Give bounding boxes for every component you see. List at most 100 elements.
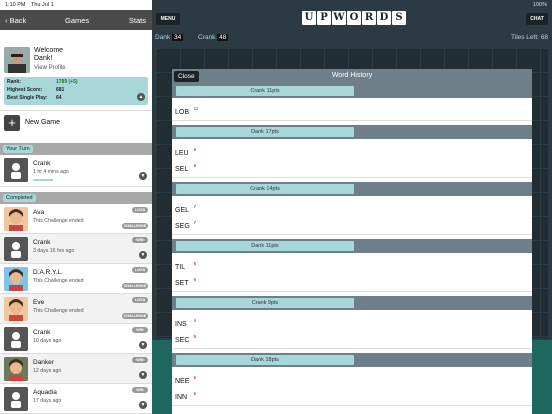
turn-group-header: Dank 18pts	[172, 353, 532, 367]
word-row[interactable]: GEL 7	[172, 202, 532, 219]
game-row[interactable]: Ava This Challenge ended LOSS CHALLENGE	[0, 204, 152, 234]
view-profile-link[interactable]: View Profile	[34, 65, 66, 71]
word-row[interactable]: SEC 5	[172, 332, 532, 349]
word-row[interactable]: TIL 5	[172, 259, 532, 276]
turn-group-header: Crank 9pts	[172, 296, 532, 310]
game-opponent-name: Danker	[33, 359, 54, 366]
avatar	[4, 207, 28, 231]
game-row[interactable]: Eve This Challenge ended LOSS CHALLENGE	[0, 294, 152, 324]
battery-level: 100%	[532, 2, 547, 8]
default-avatar-icon	[4, 387, 28, 411]
word-points: 9	[193, 147, 197, 152]
default-avatar-icon	[4, 237, 28, 261]
result-badge: LOSS	[132, 297, 148, 303]
turn-game-name: Crank	[33, 160, 51, 167]
game-opponent-name: Ava	[33, 209, 45, 216]
word-points: 6	[193, 375, 197, 380]
stats-button[interactable]: Stats	[129, 16, 146, 25]
word-points: 4	[193, 318, 197, 323]
turn-group-header: Dank 11pts	[172, 239, 532, 253]
word-row[interactable]: SET 6	[172, 275, 532, 292]
completed-tag: Completed	[3, 194, 36, 202]
word-text: SET	[175, 280, 189, 287]
games-nav-bar: ‹ Back Games Stats	[0, 10, 152, 30]
word-text: INS	[175, 321, 187, 328]
turn-label: Dank 18pts	[176, 355, 354, 365]
rank-label: Rank:	[7, 79, 21, 85]
challenge-button[interactable]: CHALLENGE	[122, 283, 148, 289]
chat-button[interactable]: CHAT	[526, 13, 548, 25]
turn-game-row[interactable]: Crank 1 hr 4 mins ago ▼	[0, 155, 152, 187]
word-row[interactable]: INS 4	[172, 316, 532, 333]
game-status: This Challenge ended	[33, 278, 84, 284]
turn-group-header: Dank 17pts	[172, 125, 532, 139]
game-status: 3 days 16 hrs ago	[33, 248, 75, 254]
word-text: SEG	[175, 223, 190, 230]
result-badge: LOSS	[132, 267, 148, 273]
game-row[interactable]: Crank 3 days 16 hrs ago WIN ▼	[0, 234, 152, 264]
game-opponent-name: Eve	[33, 299, 45, 306]
turn-label: Crank 9pts	[176, 298, 354, 308]
avatar	[4, 357, 28, 381]
turn-group-header: Crank 14pts	[172, 182, 532, 196]
default-avatar-icon	[4, 327, 28, 351]
avatar	[4, 47, 30, 73]
game-status: 17 days ago	[33, 398, 62, 404]
status-bar: 1:10 PM Thu Jul 1	[0, 0, 152, 10]
word-text: SEC	[175, 337, 190, 344]
word-text: NEE	[175, 378, 190, 385]
word-row[interactable]: SEG 7	[172, 218, 532, 235]
turn-label: Dank 11pts	[176, 241, 354, 251]
logo-tile: W	[332, 11, 346, 25]
welcome-text: Welcome Dank!	[34, 47, 64, 62]
games-panel: 1:10 PM Thu Jul 1 ‹ Back Games Stats Wel…	[0, 0, 152, 414]
turn-game-time: 1 hr 4 mins ago	[33, 169, 69, 175]
game-row[interactable]: Crank 10 days ago WIN ▼	[0, 324, 152, 354]
game-opponent-name: D.A.R.Y.L.	[33, 269, 63, 276]
challenge-button[interactable]: CHALLENGE	[122, 223, 148, 229]
avatar	[4, 297, 28, 321]
chevron-down-icon[interactable]: ▼	[139, 251, 147, 259]
chevron-up-icon[interactable]: ▲	[137, 93, 145, 101]
turn-label: Dank 17pts	[176, 127, 354, 137]
word-points: 5	[193, 334, 197, 339]
menu-button[interactable]: MENU	[156, 13, 180, 25]
chevron-down-icon[interactable]: ▼	[139, 371, 147, 379]
chevron-down-icon[interactable]: ▼	[139, 401, 147, 409]
word-text: GEL	[175, 207, 190, 214]
logo-tile: P	[317, 11, 331, 25]
chevron-down-icon[interactable]: ▼	[139, 341, 147, 349]
word-points: 8	[193, 163, 197, 168]
word-points: 7	[193, 204, 197, 209]
word-row[interactable]: NEE 6	[172, 373, 532, 390]
status-date: Thu Jul 1	[31, 2, 54, 8]
status-time: 1:10 PM	[5, 2, 26, 8]
modal-header: Word History Close	[172, 69, 532, 84]
word-text: LOB	[175, 109, 190, 116]
word-text: TIL	[175, 264, 186, 271]
result-badge: WIN	[132, 237, 148, 243]
game-status: 12 days ago	[33, 368, 62, 374]
page-title: Games	[65, 16, 90, 25]
game-opponent-name: Aquadia	[33, 389, 57, 396]
new-game-button[interactable]: + New Game	[0, 110, 152, 134]
word-text: LEU	[175, 150, 189, 157]
new-game-label: New Game	[25, 119, 61, 126]
close-button[interactable]: Close	[174, 71, 199, 82]
word-row[interactable]: INN 6	[172, 389, 532, 406]
challenge-button[interactable]: CHALLENGE	[122, 313, 148, 319]
word-row[interactable]: LOB 11	[172, 104, 532, 121]
turn-label: Crank 11pts	[176, 86, 354, 96]
word-row[interactable]: SEL 8	[172, 161, 532, 178]
game-row[interactable]: D.A.R.Y.L. This Challenge ended LOSS CHALLE…	[0, 264, 152, 294]
word-points: 5	[193, 261, 197, 266]
turn-label: Crank 14pts	[176, 184, 354, 194]
game-row[interactable]: Danker 12 days ago WIN ▼	[0, 354, 152, 384]
word-row[interactable]: LEU 9	[172, 145, 532, 162]
back-button[interactable]: ‹ Back	[5, 16, 26, 25]
your-turn-tag: Your Turn	[3, 145, 33, 153]
chevron-down-icon[interactable]: ▼	[139, 172, 147, 180]
profile-card[interactable]: Welcome Dank! View Profile Rank: 1789 (+…	[0, 30, 152, 108]
game-row[interactable]: Aquadia 17 days ago WIN ▼	[0, 384, 152, 414]
logo-tile: U	[302, 11, 316, 25]
